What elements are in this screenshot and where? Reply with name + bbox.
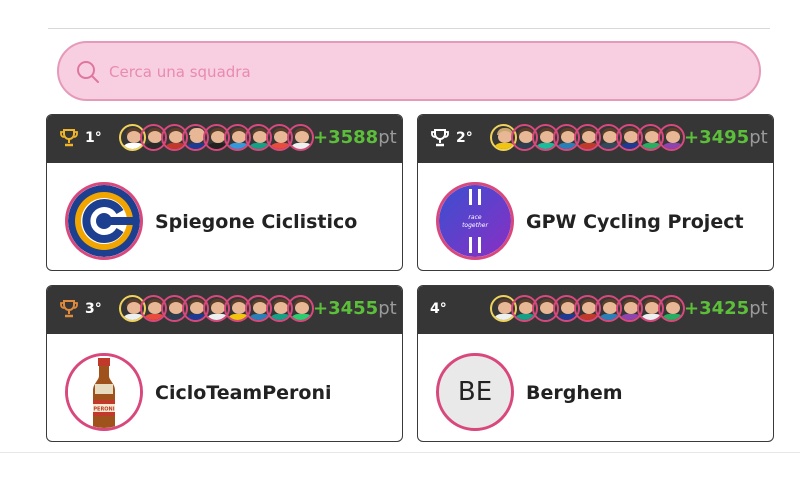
rank-label: 4° bbox=[430, 301, 447, 317]
rider-avatar bbox=[287, 124, 314, 151]
team-logo: BE bbox=[436, 353, 514, 431]
team-name: Berghem bbox=[526, 382, 623, 404]
trophy-icon bbox=[60, 129, 78, 147]
points-unit: pt bbox=[749, 127, 768, 148]
team-card[interactable]: 1° +3588pt Spiegone Ciclistico bbox=[46, 114, 403, 271]
search-bar[interactable] bbox=[57, 41, 761, 101]
points-unit: pt bbox=[378, 127, 397, 148]
points-value: +3588 bbox=[313, 127, 379, 148]
team-name: GPW Cycling Project bbox=[526, 211, 744, 233]
team-card[interactable]: 2° +3495pt race together GPW Cycling Pro… bbox=[417, 114, 774, 271]
logo-text: PERONI bbox=[93, 407, 114, 413]
card-header: 4° +3425pt bbox=[418, 286, 773, 334]
points-unit: pt bbox=[749, 298, 768, 319]
initials-logo: BE bbox=[457, 377, 493, 407]
search-icon bbox=[77, 61, 99, 83]
card-header: 1° +3588pt bbox=[47, 115, 402, 163]
team-name: Spiegone Ciclistico bbox=[155, 211, 358, 233]
rider-avatar bbox=[658, 295, 685, 322]
rider-avatar bbox=[658, 124, 685, 151]
team-logo: PERONI bbox=[65, 353, 143, 431]
race-together-logo: race together bbox=[439, 185, 511, 257]
search-input[interactable] bbox=[107, 43, 711, 101]
trophy-icon bbox=[60, 300, 78, 318]
team-name: CicloTeamPeroni bbox=[155, 382, 332, 404]
logo-text: together bbox=[462, 222, 488, 229]
points-value: +3495 bbox=[684, 127, 750, 148]
peroni-bottle-logo: PERONI bbox=[68, 356, 140, 428]
card-header: 2° +3495pt bbox=[418, 115, 773, 163]
points: +3495pt bbox=[684, 127, 768, 148]
points: +3455pt bbox=[313, 298, 397, 319]
rider-avatar bbox=[287, 295, 314, 322]
points-value: +3425 bbox=[684, 298, 750, 319]
points-value: +3455 bbox=[313, 298, 379, 319]
rank-label: 3° bbox=[85, 301, 102, 317]
rank-label: 2° bbox=[456, 130, 473, 146]
cycling-gear-logo bbox=[68, 185, 140, 257]
bottom-divider bbox=[0, 452, 800, 453]
logo-text: race bbox=[468, 214, 481, 221]
trophy-icon bbox=[431, 129, 449, 147]
top-divider bbox=[48, 28, 770, 29]
team-card[interactable]: 3° +3455pt PERONI CicloTeamPeroni bbox=[46, 285, 403, 442]
points: +3425pt bbox=[684, 298, 768, 319]
rank-label: 1° bbox=[85, 130, 102, 146]
team-logo bbox=[65, 182, 143, 260]
team-card[interactable]: 4° +3425pt BE Berghem bbox=[417, 285, 774, 442]
card-header: 3° +3455pt bbox=[47, 286, 402, 334]
team-logo: race together bbox=[436, 182, 514, 260]
points: +3588pt bbox=[313, 127, 397, 148]
points-unit: pt bbox=[378, 298, 397, 319]
